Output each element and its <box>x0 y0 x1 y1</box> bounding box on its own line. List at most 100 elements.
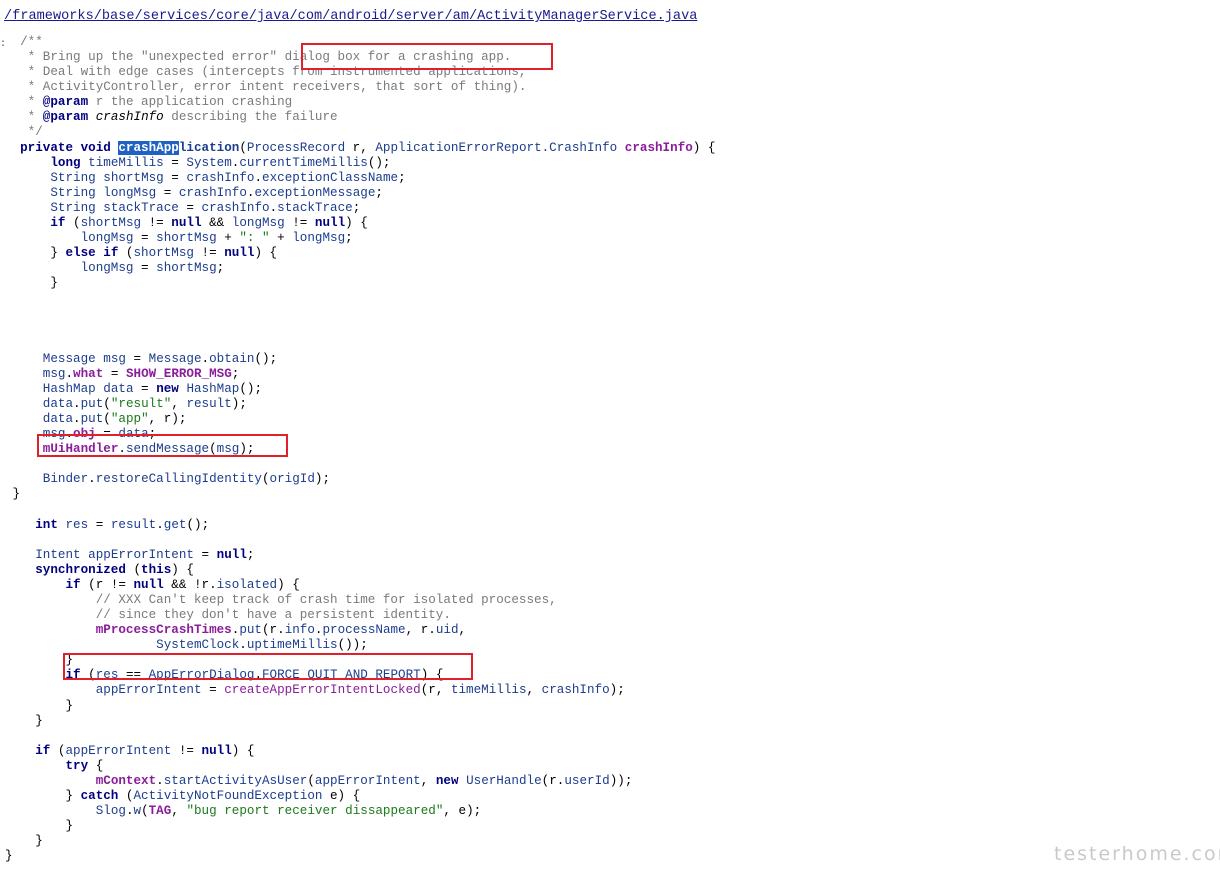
code-token: } <box>5 849 13 864</box>
code-token: ) { <box>254 246 278 261</box>
code-token: (r, <box>420 683 451 698</box>
code-line: } catch (ActivityNotFoundException e) { <box>5 789 360 804</box>
code-token: , e); <box>443 804 482 819</box>
code-token: } <box>5 789 81 803</box>
code-token: ; <box>375 185 383 200</box>
code-token: long <box>5 155 89 170</box>
code-token: "bug report receiver dissappeared" <box>186 804 444 819</box>
code-token: ( <box>73 215 81 230</box>
code-line: */ <box>5 125 43 140</box>
code-line: int res = result.get(); <box>5 518 209 533</box>
code-token: mContext <box>95 773 157 788</box>
code-token: longMsg <box>231 215 285 230</box>
code-token: null <box>171 215 202 230</box>
code-token: longMsg <box>80 261 134 276</box>
code-token: . <box>254 170 263 185</box>
code-token: @param <box>42 95 89 110</box>
code-token: try <box>5 758 89 773</box>
code-token: private void <box>5 140 119 155</box>
code-token: put <box>80 412 104 426</box>
code-token: ; <box>345 231 353 246</box>
code-line: * @param r the application crashing <box>5 95 293 110</box>
code-line: Slog.w(TAG, "bug report receiver dissapp… <box>5 804 482 819</box>
code-token: ; <box>216 261 225 276</box>
code-line: longMsg = shortMsg; <box>5 261 225 276</box>
code-token: "app" <box>110 412 149 426</box>
code-line: SystemClock.uptimeMillis()); <box>5 638 368 653</box>
code-token: (); <box>254 351 278 366</box>
code-token: int <box>5 517 66 532</box>
code-token: else if <box>65 246 119 261</box>
code-token: put <box>80 396 104 411</box>
code-token: TAG <box>148 804 172 819</box>
code-token: != <box>284 215 315 230</box>
code-token: != <box>141 215 172 230</box>
code-token: HashMap <box>186 381 240 396</box>
code-token: (); <box>367 155 391 170</box>
code-token: = <box>178 200 202 215</box>
code-token: , <box>526 683 542 698</box>
code-token: res <box>65 517 89 532</box>
code-token: . <box>125 804 134 819</box>
code-token: lication <box>178 140 240 155</box>
code-token: (); <box>239 381 263 396</box>
code-line: String longMsg = crashInfo.exceptionMess… <box>5 186 383 201</box>
code-line: } <box>5 714 43 729</box>
code-token: if <box>5 577 81 592</box>
code-token: )); <box>609 773 633 788</box>
code-token: crashInfo <box>95 110 164 125</box>
code-token: . <box>156 517 164 532</box>
code-token: ProcessRecord <box>246 140 346 155</box>
code-token: ( <box>118 789 134 803</box>
code-token: data <box>42 412 74 426</box>
code-token: = <box>163 170 187 185</box>
code-token: . <box>65 366 74 381</box>
code-token: UserHandle <box>466 773 542 788</box>
code-token: && <box>201 215 232 230</box>
code-token: ()); <box>337 638 368 653</box>
code-line: } else if (shortMsg != null) { <box>5 246 277 261</box>
code-token: ) { <box>231 743 255 758</box>
code-token: = <box>133 231 157 246</box>
code-token: = <box>133 261 157 276</box>
code-line: if (appErrorIntent != null) { <box>5 744 254 759</box>
code-token: . <box>201 351 210 366</box>
code-line: appErrorIntent = createAppErrorIntentLoc… <box>5 683 625 698</box>
code-token: ( <box>307 773 315 788</box>
code-token: null <box>216 547 247 562</box>
code-token: , <box>171 804 187 819</box>
code-token: // XXX Can't keep track of crash time fo… <box>5 592 557 607</box>
code-token: crashInfo <box>201 200 270 215</box>
code-token: != <box>171 743 202 758</box>
code-token: "result" <box>110 396 172 411</box>
code-token: ApplicationErrorReport.CrashInfo <box>375 140 618 155</box>
code-line: if (r != null && !r.isolated) { <box>5 577 299 593</box>
code-token: uid <box>435 623 459 638</box>
code-token: ( <box>50 743 66 758</box>
code-line: Binder.restoreCallingIdentity(origId); <box>5 472 330 487</box>
code-line: mContext.startActivityAsUser(appErrorInt… <box>5 773 633 789</box>
file-path[interactable]: /frameworks/base/services/core/java/com/… <box>4 9 697 24</box>
code-token: ; <box>398 170 406 185</box>
code-line: Intent appErrorIntent = null; <box>5 548 254 563</box>
code-token: mProcessCrashTimes <box>95 623 232 638</box>
code-token: stackTrace <box>103 200 179 215</box>
code-token: } <box>5 819 74 834</box>
code-line: long timeMillis = System.currentTimeMill… <box>5 155 391 171</box>
code-token: timeMillis <box>88 155 164 170</box>
code-token: , r. <box>405 623 436 638</box>
code-token: { <box>88 758 104 773</box>
code-line: Message msg = Message.obtain(); <box>5 352 277 367</box>
code-token: = <box>103 366 126 381</box>
code-line: String shortMsg = crashInfo.exceptionCla… <box>5 170 406 186</box>
code-token: Message <box>148 351 202 366</box>
